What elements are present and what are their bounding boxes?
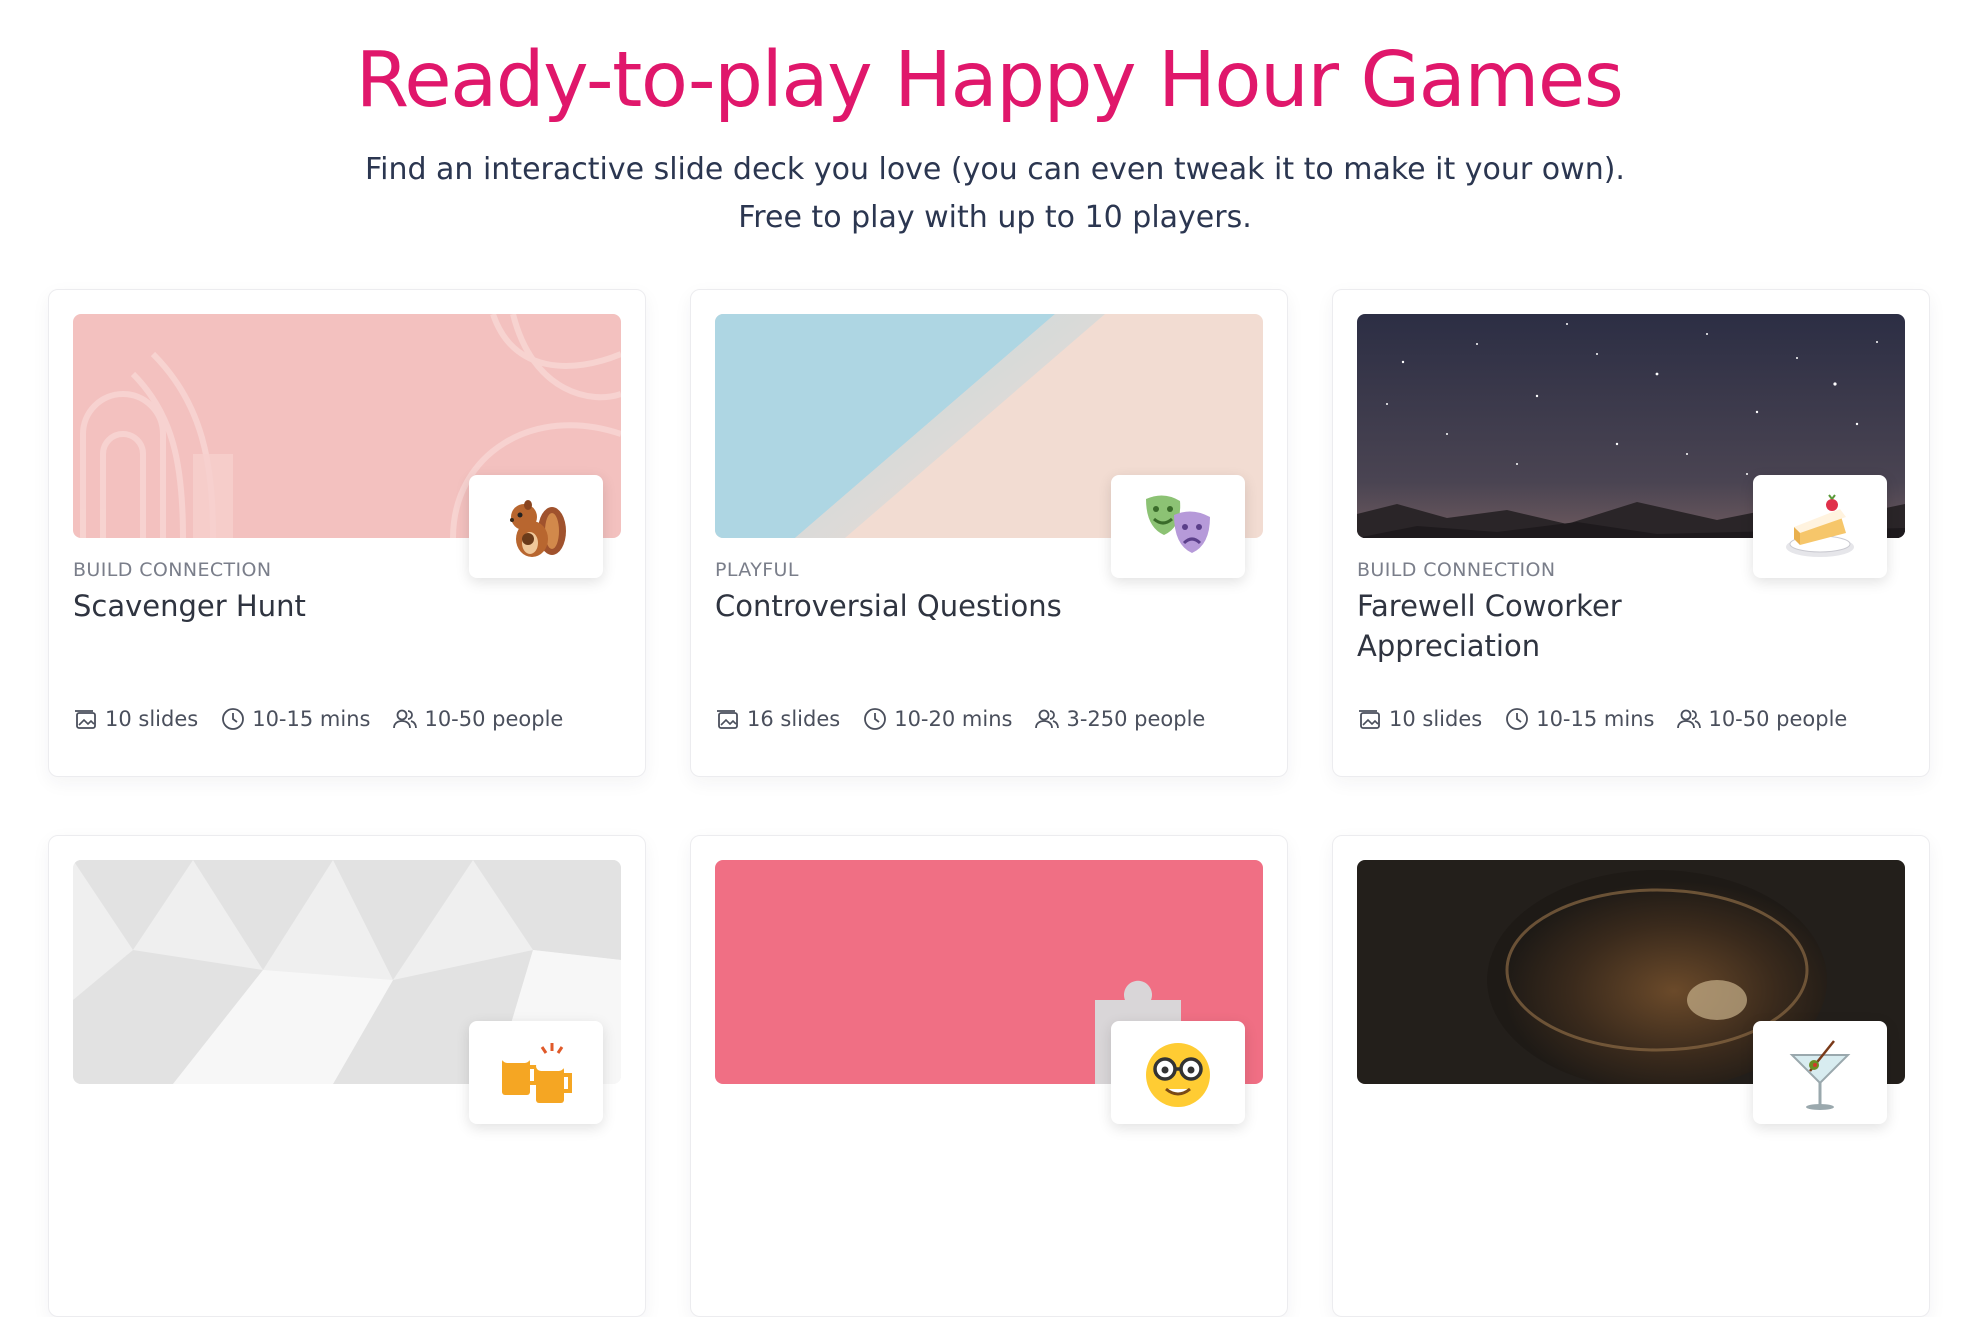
people-count: 10-50 people (392, 706, 563, 732)
slides-icon (1359, 710, 1380, 729)
card-category: BUILD CONNECTION (1357, 559, 1556, 581)
slides-label: 10 slides (1389, 707, 1483, 731)
beer-mugs-icon (502, 1042, 572, 1103)
people-icon (1677, 709, 1702, 729)
card-meta: 16 slides 10-20 mins 3-250 people (715, 706, 1205, 732)
duration: 10-20 mins (862, 706, 1012, 732)
slides-label: 16 slides (747, 707, 841, 731)
game-card-farewell-coworker-appreciation[interactable]: BUILD CONNECTION Farewell Coworker Appre… (1332, 289, 1930, 777)
card-meta: 10 slides 10-15 mins 10-50 people (73, 706, 563, 732)
people-count: 10-50 people (1676, 706, 1847, 732)
emoji-badge (469, 1021, 603, 1124)
slides-label: 10 slides (105, 707, 199, 731)
emoji-badge (1753, 475, 1887, 578)
clock-icon (1506, 708, 1529, 730)
cocktail-icon (1789, 1039, 1851, 1110)
card-title[interactable]: Farewell Coworker Appreciation (1357, 586, 1697, 666)
nerd-face-icon (1146, 1042, 1210, 1107)
people-icon (393, 709, 418, 729)
duration-label: 10-20 mins (894, 707, 1013, 731)
chipmunk-icon (510, 499, 566, 557)
slides-count: 10 slides (1357, 706, 1482, 732)
performing-arts-icon (1146, 494, 1210, 553)
duration-label: 10-15 mins (252, 707, 371, 731)
duration: 10-15 mins (220, 706, 370, 732)
page-title: Ready-to-play Happy Hour Games (355, 36, 1624, 125)
people-label: 10-50 people (1708, 707, 1848, 731)
duration-label: 10-15 mins (1536, 707, 1655, 731)
people-label: 10-50 people (424, 707, 564, 731)
game-card-puzzle[interactable] (690, 835, 1288, 1317)
emoji-badge (1111, 475, 1245, 578)
card-title[interactable]: Scavenger Hunt (73, 586, 413, 626)
card-meta: 10 slides 10-15 mins 10-50 people (1357, 706, 1847, 732)
emoji-badge (469, 475, 603, 578)
slides-count: 16 slides (715, 706, 840, 732)
people-icon (1035, 709, 1060, 729)
page-subtitle: Find an interactive slide deck you love … (365, 152, 1625, 235)
slides-icon (717, 710, 738, 729)
clock-icon (864, 708, 887, 730)
people-count: 3-250 people (1034, 706, 1205, 732)
clock-icon (222, 708, 245, 730)
card-title[interactable]: Controversial Questions (715, 586, 1135, 626)
slides-icon (75, 710, 96, 729)
game-card-cocktail[interactable] (1332, 835, 1930, 1317)
game-card-scavenger-hunt[interactable]: BUILD CONNECTION Scavenger Hunt 10 slide… (48, 289, 646, 777)
people-label: 3-250 people (1066, 707, 1206, 731)
slides-count: 10 slides (73, 706, 198, 732)
game-card-beer[interactable] (48, 835, 646, 1317)
emoji-badge (1111, 1021, 1245, 1124)
card-category: BUILD CONNECTION (73, 559, 272, 581)
emoji-badge (1753, 1021, 1887, 1124)
cake-icon (1786, 493, 1854, 557)
game-card-controversial-questions[interactable]: PLAYFUL Controversial Questions 16 slide… (690, 289, 1288, 777)
duration: 10-15 mins (1504, 706, 1654, 732)
card-category: PLAYFUL (715, 559, 799, 581)
